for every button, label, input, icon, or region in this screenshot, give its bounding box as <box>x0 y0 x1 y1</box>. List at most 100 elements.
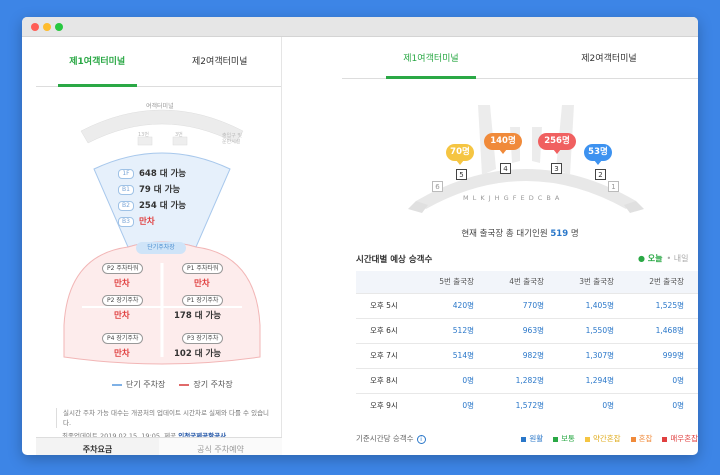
departure-map: 70명 140명 256명 53명 5 4 3 2 6 1 M L K J H … <box>408 97 644 219</box>
title-bar <box>22 17 698 37</box>
departure-terminal-tabs: 제1여객터미널 제2여객터미널 <box>342 51 698 79</box>
gate-1-marker: 1 <box>608 181 619 192</box>
column-header <box>356 271 418 293</box>
column-header: 2번 출국장 <box>649 277 684 287</box>
status-smooth: 원활 <box>521 433 543 444</box>
legend-long-term: 장기 주차장 <box>179 379 233 390</box>
status-legend: 원활 보통 약간혼잡 혼잡 매우혼잡 <box>521 433 698 444</box>
gate-3-count-bubble: 256명 <box>538 133 576 154</box>
floor-b1: B1 79 대 가능 <box>118 183 180 195</box>
floor-badge: B1 <box>118 184 134 195</box>
counter-letters: M L K J H G F E D C B A <box>463 194 561 202</box>
total-waiting: 현재 출국장 총 대기인원 519 명 <box>342 227 698 239</box>
lot-p3-long-value: 102 대 가능 <box>174 349 222 359</box>
waiting-label: 현재 출국장 총 대기인원 <box>461 229 548 239</box>
lot-p2-long: P2 장기주차 <box>102 295 144 306</box>
floor-b3: B3 만차 <box>118 215 155 227</box>
gate-2-count-bubble: 53명 <box>584 144 612 165</box>
lot-p1-tower: P1 주차타워 <box>182 263 224 274</box>
tab-departure-terminal-2[interactable]: 제2여객터미널 <box>520 51 698 78</box>
row-time: 오후 6시 <box>356 317 418 343</box>
lot-p1-long-value: 178 대 가능 <box>174 311 222 321</box>
table-cell: 512명 <box>418 317 488 343</box>
table-cell: 0명 <box>558 392 628 418</box>
browser-window: 제1여객터미널 제2여객터미널 여객터미널 13번 3번 출입구 및 운반시설 … <box>22 17 698 455</box>
lot-p1-long: P1 장기주차 <box>182 295 224 306</box>
status-busy: 혼잡 <box>630 433 652 444</box>
table-cell: 1,294명 <box>558 367 628 393</box>
gate-5-marker: 5 <box>456 169 467 180</box>
gate-right-label: 3번 <box>175 132 183 138</box>
status-square <box>521 436 527 442</box>
gate-5-count-bubble: 70명 <box>446 144 474 165</box>
departure-panel: 제1여객터미널 제2여객터미널 70명 140명 256명 53명 5 4 3 … <box>342 37 698 455</box>
floor-value: 만차 <box>139 217 155 227</box>
status-label: 보통 <box>561 434 575 443</box>
gate-3-marker: 3 <box>551 163 562 174</box>
gate-6-marker: 6 <box>432 181 443 192</box>
table-row: 오후 6시 512명 963명 1,550명 1,468명 <box>356 317 698 343</box>
parking-fee-tab[interactable]: 주차요금 <box>36 438 159 455</box>
minimize-window-button[interactable] <box>43 23 51 31</box>
footer-label: 기준시간당 승객수 <box>356 434 414 443</box>
lot-p1-tower-value: 만차 <box>194 279 210 289</box>
status-square <box>584 436 590 442</box>
floor-1f: 1F 648 대 가능 <box>118 167 186 179</box>
floor-badge: B3 <box>118 216 134 227</box>
row-time: 오후 8시 <box>356 367 418 393</box>
table-cell: 1,282명 <box>488 367 558 393</box>
status-very-busy: 매우혼잡 <box>662 433 698 444</box>
legend-line-red <box>179 383 190 386</box>
status-square <box>662 436 668 442</box>
forecast-table: 5번 출국장 4번 출국장 3번 출국장 2번 출국장 오후 5시 420명 7… <box>356 271 698 418</box>
gate-2-marker: 2 <box>595 169 606 180</box>
toggle-tomorrow[interactable]: • 내일 <box>667 254 689 263</box>
table-cell: 982명 <box>488 342 558 368</box>
legend-short-label: 단기 주차장 <box>126 380 166 389</box>
toggle-today[interactable]: ● 오늘 <box>638 254 663 263</box>
floor-value: 648 대 가능 <box>139 169 187 179</box>
floor-value: 79 대 가능 <box>139 185 181 195</box>
table-cell: 999명 <box>628 342 698 368</box>
table-cell: 0명 <box>628 367 698 393</box>
table-cell: 514명 <box>418 342 488 368</box>
lot-p3-long: P3 장기주차 <box>182 333 224 344</box>
table-cell: 0명 <box>628 392 698 418</box>
table-row: 오후 5시 420명 770명 1,405명 1,525명 <box>356 292 698 318</box>
status-slight: 약간혼잡 <box>584 433 621 444</box>
lot-p2-long-value: 만차 <box>114 311 130 321</box>
row-time: 오후 7시 <box>356 342 418 368</box>
floor-badge: B2 <box>118 200 134 211</box>
tab-terminal-1[interactable]: 제1여객터미널 <box>36 51 159 87</box>
column-header: 4번 출국장 <box>509 277 544 287</box>
lot-p4-long-value: 만차 <box>114 349 130 359</box>
terminal-label: 여객터미널 <box>146 103 174 110</box>
table-row: 오후 8시 0명 1,282명 1,294명 0명 <box>356 367 698 393</box>
parking-reservation-tab[interactable]: 공식 주차예약 <box>159 438 282 455</box>
status-label: 약간혼잡 <box>592 434 621 443</box>
floor-b2: B2 254 대 가능 <box>118 199 186 211</box>
legend-short-term: 단기 주차장 <box>112 379 165 390</box>
column-header: 5번 출국장 <box>439 277 474 287</box>
maximize-window-button[interactable] <box>55 23 63 31</box>
info-icon[interactable]: i <box>416 434 426 444</box>
parking-terminal-tabs: 제1여객터미널 제2여객터미널 <box>36 51 281 87</box>
gate-4-count-bubble: 140명 <box>484 133 522 154</box>
table-cell: 1,572명 <box>488 392 558 418</box>
status-square <box>553 436 559 442</box>
status-label: 매우혼잡 <box>670 434 698 443</box>
gate-4-marker: 4 <box>500 163 511 174</box>
waiting-count: 519 <box>550 229 569 239</box>
close-window-button[interactable] <box>31 23 39 31</box>
tab-departure-terminal-1[interactable]: 제1여객터미널 <box>342 51 520 79</box>
tab-terminal-2[interactable]: 제2여객터미널 <box>159 51 282 86</box>
table-row: 오후 9시 0명 1,572명 0명 0명 <box>356 392 698 418</box>
realtime-notice: 실시간 주차 가능 대수는 개공처의 업데이트 시간차로 실제와 다를 수 있습… <box>56 408 270 428</box>
gate-left-label: 13번 <box>138 132 149 138</box>
side-note: 출입구 및 운반시설 <box>222 133 242 145</box>
lot-p4-long: P4 장기주차 <box>102 333 144 344</box>
table-cell: 420명 <box>418 292 488 318</box>
floor-badge: 1F <box>118 168 134 179</box>
short-term-label: 단기주차장 <box>136 242 186 254</box>
lot-p2-tower-value: 만차 <box>114 279 130 289</box>
